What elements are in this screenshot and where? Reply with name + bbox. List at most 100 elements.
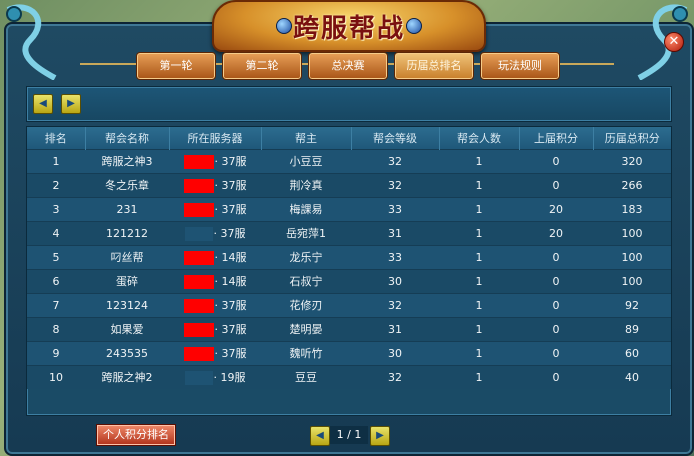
level-cell: 31 <box>351 316 439 341</box>
redaction-block <box>183 275 214 289</box>
redaction-block <box>184 227 213 241</box>
rank-cell: 9 <box>27 340 85 365</box>
redaction-block <box>183 155 214 169</box>
total-score-cell: 92 <box>593 292 671 317</box>
table-row[interactable]: 5 叼丝帮 · 14服 龙乐宁 33 1 0 100 <box>27 244 671 269</box>
guild-cell: 冬之乐章 <box>85 172 169 197</box>
rank-cell: 10 <box>27 364 85 389</box>
rank-cell: 2 <box>27 172 85 197</box>
header-leader[interactable]: 帮主 <box>261 127 352 149</box>
guild-cell: 跨服之神2 <box>85 364 169 389</box>
level-cell: 33 <box>351 244 439 269</box>
server-suffix: · 14服 <box>214 275 247 288</box>
tab-rules[interactable]: 玩法规则 <box>480 52 560 80</box>
redaction-block <box>183 203 214 217</box>
rank-cell: 7 <box>27 292 85 317</box>
prev-arrow-icon[interactable]: ◀ <box>33 94 53 114</box>
server-cell: · 37服 <box>169 340 261 365</box>
page-indicator: 1 / 1 <box>330 426 368 444</box>
redaction-block <box>183 251 214 265</box>
leader-cell: 楚明晏 <box>261 316 351 341</box>
server-suffix: · 14服 <box>214 251 247 264</box>
server-suffix: · 37服 <box>214 299 247 312</box>
members-cell: 1 <box>439 268 519 293</box>
total-score-cell: 266 <box>593 172 671 197</box>
page-next-arrow-icon[interactable]: ▶ <box>370 426 390 446</box>
header-rank[interactable]: 排名 <box>27 127 86 149</box>
leader-cell: 豆豆 <box>261 364 351 389</box>
total-score-cell: 100 <box>593 244 671 269</box>
title-banner: 跨服帮战 <box>212 0 486 52</box>
members-cell: 1 <box>439 148 519 173</box>
members-cell: 1 <box>439 316 519 341</box>
ranking-table: 排名 帮会名称 所在服务器 帮主 帮会等级 帮会人数 上届积分 历届总积分 1 … <box>26 126 672 416</box>
members-cell: 1 <box>439 244 519 269</box>
server-cell: · 37服 <box>169 148 261 173</box>
server-suffix: · 37服 <box>214 347 247 360</box>
last-score-cell: 0 <box>519 364 593 389</box>
pagination: ◀ 1 / 1 ▶ <box>310 426 390 446</box>
server-cell: · 37服 <box>169 172 261 197</box>
tab-round-2[interactable]: 第二轮 <box>222 52 302 80</box>
server-suffix: · 37服 <box>214 155 247 168</box>
total-score-cell: 100 <box>593 220 671 245</box>
last-score-cell: 0 <box>519 172 593 197</box>
page-prev-arrow-icon[interactable]: ◀ <box>310 426 330 446</box>
last-score-cell: 0 <box>519 268 593 293</box>
table-row[interactable]: 2 冬之乐章 · 37服 荆冷真 32 1 0 266 <box>27 172 671 197</box>
table-row[interactable]: 9 243535 · 37服 魏听竹 30 1 0 60 <box>27 340 671 365</box>
tab-round-1[interactable]: 第一轮 <box>136 52 216 80</box>
header-last-score[interactable]: 上届积分 <box>519 127 594 149</box>
header-guild-name[interactable]: 帮会名称 <box>85 127 170 149</box>
redaction-block <box>183 179 214 193</box>
guild-cell: 蛋碎 <box>85 268 169 293</box>
guild-cell: 231 <box>85 196 169 221</box>
server-cell: · 14服 <box>169 268 261 293</box>
table-row[interactable]: 1 跨服之神3 · 37服 小豆豆 32 1 0 320 <box>27 148 671 173</box>
total-score-cell: 100 <box>593 268 671 293</box>
leader-cell: 梅課易 <box>261 196 351 221</box>
header-server[interactable]: 所在服务器 <box>169 127 262 149</box>
members-cell: 1 <box>439 172 519 197</box>
tab-finals[interactable]: 总决赛 <box>308 52 388 80</box>
level-cell: 33 <box>351 196 439 221</box>
redaction-block <box>183 347 214 361</box>
table-row[interactable]: 3 231 · 37服 梅課易 33 1 20 183 <box>27 196 671 221</box>
leader-cell: 花修刃 <box>261 292 351 317</box>
level-cell: 30 <box>351 268 439 293</box>
guild-cell: 123124 <box>85 292 169 317</box>
redaction-block <box>183 323 214 337</box>
leader-cell: 荆冷真 <box>261 172 351 197</box>
level-cell: 31 <box>351 220 439 245</box>
server-cell: · 37服 <box>169 292 261 317</box>
header-total-score[interactable]: 历届总积分 <box>593 127 671 149</box>
level-cell: 32 <box>351 364 439 389</box>
members-cell: 1 <box>439 196 519 221</box>
close-button[interactable]: ✕ <box>664 32 684 52</box>
table-row[interactable]: 4 121212 · 37服 岳宛萍1 31 1 20 100 <box>27 220 671 245</box>
server-suffix: · 19服 <box>213 371 246 385</box>
last-score-cell: 20 <box>519 196 593 221</box>
personal-rank-button[interactable]: 个人积分排名 <box>96 424 176 446</box>
table-row[interactable]: 8 如果爱 · 37服 楚明晏 31 1 0 89 <box>27 316 671 341</box>
table-header-row: 排名 帮会名称 所在服务器 帮主 帮会等级 帮会人数 上届积分 历届总积分 <box>27 127 671 149</box>
table-row[interactable]: 7 123124 · 37服 花修刃 32 1 0 92 <box>27 292 671 317</box>
next-arrow-icon[interactable]: ▶ <box>61 94 81 114</box>
tab-bar: 第一轮 第二轮 总决赛 历届总排名 玩法规则 <box>10 50 684 80</box>
level-cell: 32 <box>351 292 439 317</box>
tab-all-time-ranking[interactable]: 历届总排名 <box>394 52 474 80</box>
total-score-cell: 60 <box>593 340 671 365</box>
last-score-cell: 0 <box>519 316 593 341</box>
header-members[interactable]: 帮会人数 <box>439 127 520 149</box>
redaction-block <box>183 299 214 313</box>
server-suffix: · 37服 <box>213 227 246 240</box>
guild-cell: 跨服之神3 <box>85 148 169 173</box>
header-level[interactable]: 帮会等级 <box>351 127 440 149</box>
leader-cell: 石叔宁 <box>261 268 351 293</box>
members-cell: 1 <box>439 364 519 389</box>
server-cell: · 37服 <box>169 316 261 341</box>
table-row[interactable]: 10 跨服之神2 · 19服 豆豆 32 1 0 40 <box>27 364 671 389</box>
table-row[interactable]: 6 蛋碎 · 14服 石叔宁 30 1 0 100 <box>27 268 671 293</box>
members-cell: 1 <box>439 340 519 365</box>
server-suffix: · 37服 <box>214 203 247 216</box>
